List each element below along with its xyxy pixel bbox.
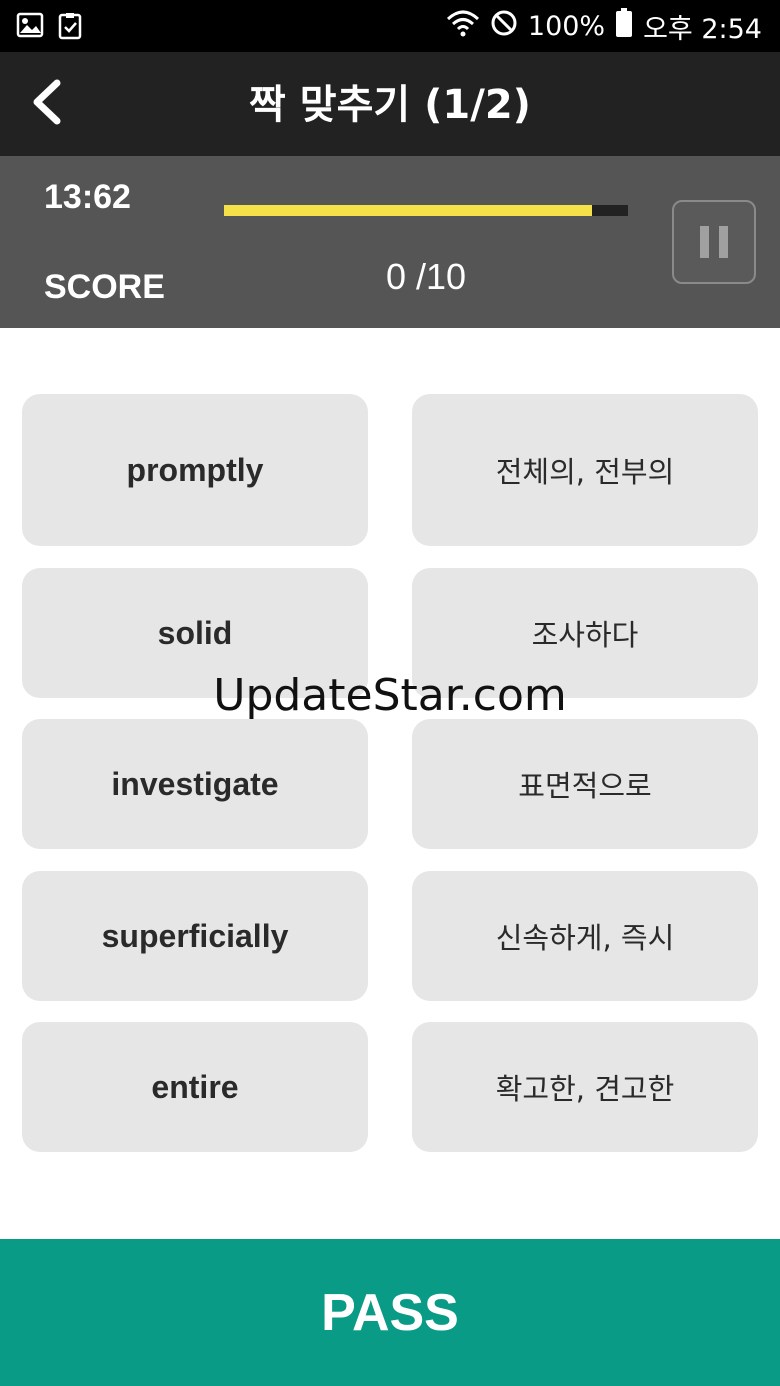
wifi-icon bbox=[446, 9, 480, 44]
clock-time: 오후 2:54 bbox=[643, 13, 762, 45]
meaning-card-4[interactable]: 신속하게, 즉시 bbox=[412, 871, 758, 1001]
meaning-card-2[interactable]: 조사하다 bbox=[412, 568, 758, 698]
status-bar: 100% 오후 2:54 bbox=[0, 0, 780, 52]
score-label: SCORE bbox=[44, 268, 165, 306]
word-card-promptly[interactable]: promptly bbox=[22, 394, 368, 546]
pause-button[interactable] bbox=[672, 200, 756, 284]
pass-button[interactable]: PASS bbox=[0, 1239, 780, 1386]
do-not-disturb-icon bbox=[490, 9, 518, 44]
time-progress-fill bbox=[224, 205, 592, 216]
status-left-icons bbox=[16, 12, 82, 44]
checklist-icon bbox=[58, 12, 82, 44]
battery-icon bbox=[615, 7, 633, 45]
image-icon bbox=[16, 12, 44, 44]
word-card-investigate[interactable]: investigate bbox=[22, 719, 368, 849]
score-value: 0 /10 bbox=[385, 256, 467, 297]
page-title: 짝 맞추기 (1/2) bbox=[249, 82, 531, 128]
pause-icon bbox=[700, 226, 709, 258]
pause-icon-bar bbox=[719, 226, 728, 258]
word-card-entire[interactable]: entire bbox=[22, 1022, 368, 1152]
meaning-card-3[interactable]: 표면적으로 bbox=[412, 719, 758, 849]
meaning-card-1[interactable]: 전체의, 전부의 bbox=[412, 394, 758, 546]
timer-text: 13:62 bbox=[44, 178, 131, 216]
battery-percent: 100% bbox=[527, 10, 606, 42]
time-progress-bar bbox=[224, 205, 628, 216]
meaning-card-5[interactable]: 확고한, 견고한 bbox=[412, 1022, 758, 1152]
status-right: 100% 오후 2:54 bbox=[446, 7, 762, 45]
word-card-solid[interactable]: solid bbox=[22, 568, 368, 698]
header-bar: 짝 맞추기 (1/2) bbox=[0, 52, 780, 156]
game-info-panel: 13:62 SCORE 0 /10 bbox=[0, 156, 780, 328]
word-card-superficially[interactable]: superficially bbox=[22, 871, 368, 1001]
